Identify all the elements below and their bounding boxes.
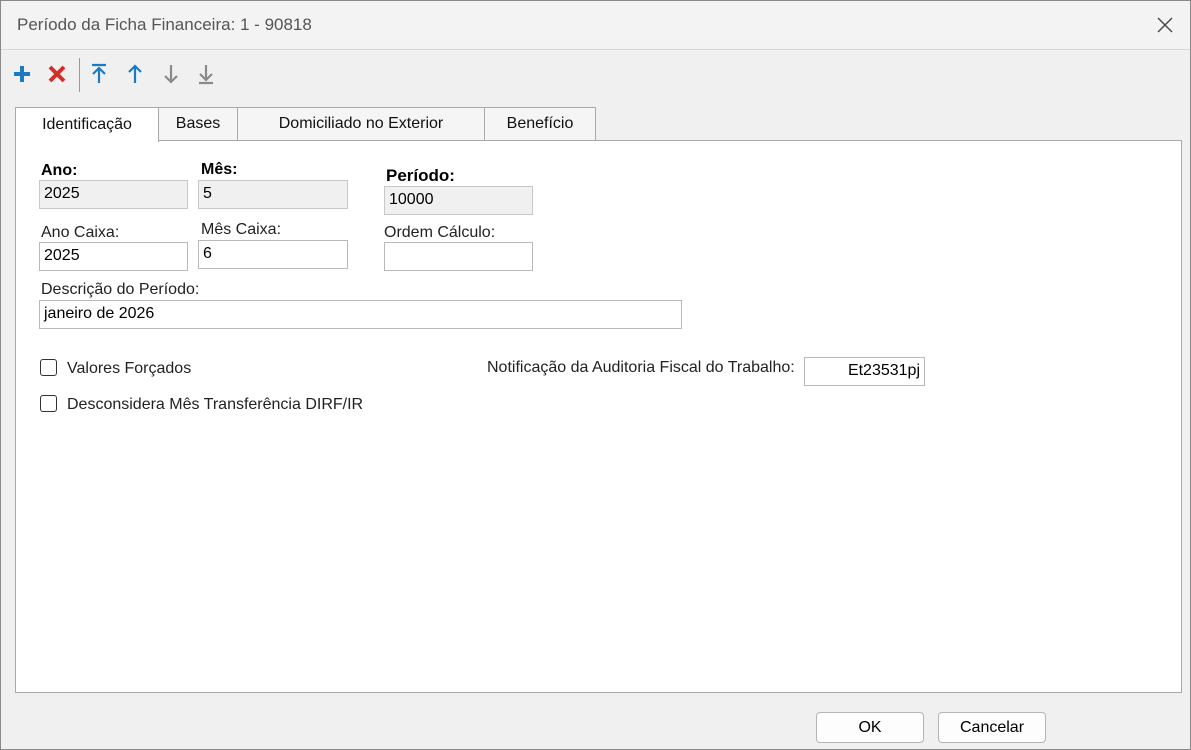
- move-first-icon[interactable]: [86, 60, 112, 88]
- descricao-field[interactable]: janeiro de 2026: [39, 300, 682, 329]
- valores-forcados-label: Valores Forçados: [67, 360, 192, 377]
- tab-domiciliado-exterior[interactable]: Domiciliado no Exterior: [237, 107, 485, 140]
- tab-beneficio[interactable]: Benefício: [484, 107, 596, 140]
- tab-identificacao[interactable]: Identificação: [15, 107, 159, 142]
- mes-field: 5: [198, 180, 348, 209]
- move-up-icon[interactable]: [122, 60, 148, 88]
- title-bar: Período da Ficha Financeira: 1 - 90818: [1, 1, 1190, 50]
- mes-caixa-label: Mês Caixa:: [201, 221, 282, 238]
- toolbar: [1, 50, 1190, 98]
- tab-bases[interactable]: Bases: [158, 107, 238, 140]
- desconsidera-label: Desconsidera Mês Transferência DIRF/IR: [67, 396, 364, 413]
- close-icon[interactable]: [1148, 9, 1182, 41]
- move-down-icon[interactable]: [158, 60, 184, 88]
- ano-label: Ano:: [41, 162, 78, 179]
- descricao-label: Descrição do Período:: [41, 281, 200, 298]
- ano-field: 2025: [39, 180, 188, 209]
- window-title: Período da Ficha Financeira: 1 - 90818: [17, 15, 312, 34]
- tab-strip: Identificação Bases Domiciliado no Exter…: [15, 107, 1183, 142]
- ordem-calculo-field[interactable]: [384, 242, 533, 271]
- mes-caixa-field[interactable]: 6: [198, 240, 348, 269]
- tab-panel-identificacao: Ano: 2025 Mês: 5 Período: 10000 Ano Caix…: [15, 140, 1182, 693]
- dialog-window: Período da Ficha Financeira: 1 - 90818 I…: [0, 0, 1191, 750]
- ok-button[interactable]: OK: [816, 712, 924, 743]
- periodo-field: 10000: [384, 186, 533, 215]
- desconsidera-checkbox[interactable]: [40, 395, 57, 412]
- add-icon[interactable]: [9, 60, 35, 88]
- periodo-label: Período:: [386, 166, 455, 185]
- ordem-calculo-label: Ordem Cálculo:: [384, 224, 496, 241]
- cancel-button[interactable]: Cancelar: [938, 712, 1046, 743]
- notificacao-field[interactable]: Et23531pj: [804, 357, 925, 386]
- move-last-icon[interactable]: [193, 60, 219, 88]
- delete-icon[interactable]: [44, 60, 70, 88]
- ano-caixa-label: Ano Caixa:: [41, 224, 120, 241]
- notificacao-label: Notificação da Auditoria Fiscal do Traba…: [487, 359, 795, 376]
- toolbar-separator: [79, 58, 80, 92]
- valores-forcados-checkbox[interactable]: [40, 359, 57, 376]
- mes-label: Mês:: [201, 161, 238, 178]
- ano-caixa-field[interactable]: 2025: [39, 242, 188, 271]
